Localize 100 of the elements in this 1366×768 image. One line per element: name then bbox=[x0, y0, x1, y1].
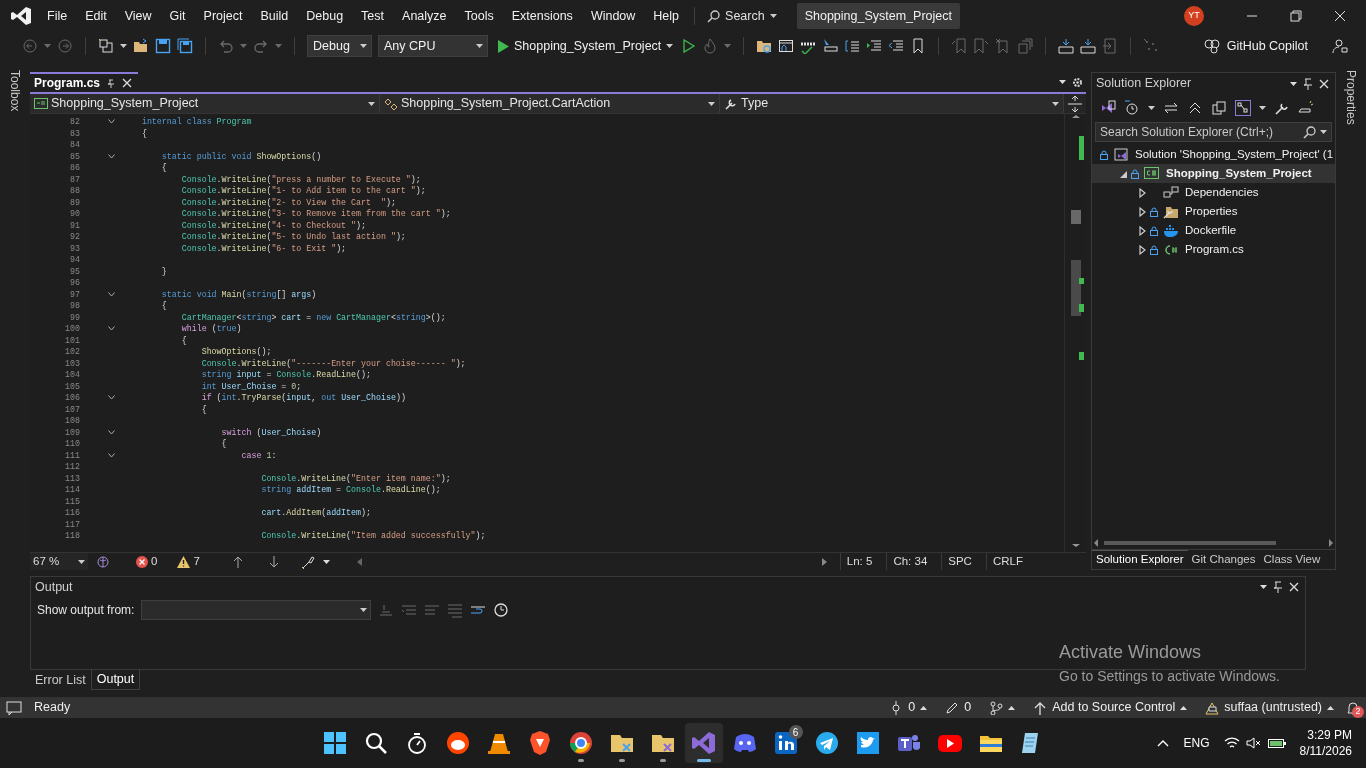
pin-icon[interactable] bbox=[1273, 581, 1283, 593]
menu-item[interactable]: Git bbox=[160, 6, 195, 26]
caret-icon[interactable] bbox=[322, 559, 330, 564]
select-cursor-icon[interactable] bbox=[822, 38, 839, 54]
clock-time[interactable]: 3:29 PM bbox=[1299, 727, 1352, 743]
menu-item[interactable]: Window bbox=[581, 6, 645, 26]
undo-icon[interactable] bbox=[218, 38, 234, 54]
close-icon[interactable] bbox=[122, 78, 133, 88]
redo-icon[interactable] bbox=[253, 38, 269, 54]
tree-item[interactable]: Solution 'Shopping_System_Project' (1 bbox=[1092, 145, 1335, 164]
collapse-icon[interactable] bbox=[107, 326, 115, 332]
clock-date[interactable]: 8/11/2026 bbox=[1299, 743, 1352, 759]
tree-item[interactable]: Properties bbox=[1092, 202, 1335, 221]
commits-indicator[interactable]: 0 bbox=[883, 698, 934, 717]
tray-download-icon[interactable] bbox=[1058, 38, 1075, 54]
close-icon[interactable] bbox=[1289, 582, 1299, 592]
document-tab[interactable]: Program.cs bbox=[30, 72, 139, 92]
collapse-icon[interactable] bbox=[107, 395, 115, 401]
save-icon[interactable] bbox=[155, 38, 171, 54]
search-button[interactable]: Search bbox=[701, 6, 783, 26]
zoom-dropdown[interactable]: 67 % bbox=[30, 552, 88, 571]
caret-icon[interactable] bbox=[1059, 80, 1066, 84]
forward-icon[interactable] bbox=[57, 38, 73, 54]
vs-solution-icon[interactable] bbox=[1100, 99, 1116, 116]
panel-tab[interactable]: Class View bbox=[1259, 550, 1325, 569]
taskbar-button[interactable] bbox=[684, 723, 723, 763]
start-button[interactable]: Shopping_System_Project bbox=[494, 36, 677, 56]
error-count[interactable]: 0 bbox=[136, 552, 158, 571]
close-icon[interactable] bbox=[1319, 78, 1329, 89]
menu-item[interactable]: View bbox=[115, 6, 161, 26]
restore-icon[interactable] bbox=[1290, 10, 1302, 22]
source-control-button[interactable]: Add to Source Control bbox=[1027, 698, 1194, 717]
menu-item[interactable]: Debug bbox=[297, 6, 353, 26]
menu-item[interactable]: File bbox=[38, 6, 77, 26]
menu-item[interactable]: Extensions bbox=[502, 6, 582, 26]
collapsed-arrow-icon[interactable] bbox=[1138, 187, 1147, 198]
close-icon[interactable] bbox=[1334, 10, 1346, 22]
bookmark-next-icon[interactable] bbox=[973, 38, 990, 54]
menu-item[interactable]: Build bbox=[251, 6, 298, 26]
language-indicator[interactable]: ENG bbox=[1183, 734, 1210, 752]
menu-item[interactable]: Edit bbox=[76, 6, 116, 26]
new-item-icon[interactable] bbox=[98, 38, 114, 54]
collapse-icon[interactable] bbox=[107, 119, 115, 125]
arrow-down-icon[interactable] bbox=[268, 555, 279, 568]
play-outline-icon[interactable] bbox=[682, 38, 697, 54]
navigation-dropdown[interactable]: Shopping_System_Project.CartAction bbox=[380, 94, 720, 113]
scatter-dots-icon[interactable] bbox=[1143, 38, 1160, 54]
caret-icon[interactable] bbox=[1290, 81, 1297, 86]
collapse-icon[interactable] bbox=[107, 291, 115, 297]
export-icon[interactable] bbox=[1102, 38, 1119, 54]
line-endings-indicator[interactable]: CRLF bbox=[985, 553, 1037, 570]
chevron-up-icon[interactable] bbox=[1157, 739, 1170, 747]
navigation-dropdown[interactable]: Type bbox=[720, 94, 1064, 113]
menu-item[interactable]: Tools bbox=[455, 6, 503, 26]
whitespace-indicator[interactable]: SPC bbox=[941, 553, 978, 570]
column-indicator[interactable]: Ch: 34 bbox=[886, 553, 934, 570]
open-folder-icon[interactable] bbox=[133, 38, 149, 54]
collapsed-arrow-icon[interactable] bbox=[1138, 244, 1147, 255]
collapse-icon[interactable] bbox=[107, 153, 115, 159]
caret-icon[interactable] bbox=[1260, 585, 1267, 589]
outdent-icon[interactable] bbox=[888, 38, 905, 54]
wifi-icon[interactable] bbox=[1223, 736, 1240, 750]
changes-indicator[interactable]: 0 bbox=[939, 698, 978, 717]
tree-item[interactable]: Dockerfile bbox=[1092, 221, 1335, 240]
panel-tab[interactable]: Error List bbox=[30, 670, 91, 690]
indent-icon[interactable] bbox=[866, 38, 883, 54]
bookmark-prev-icon[interactable] bbox=[951, 38, 968, 54]
platform-select[interactable]: Any CPU bbox=[378, 35, 488, 57]
properties-tab[interactable]: Properties bbox=[1342, 70, 1360, 125]
repository-button[interactable]: suffaa (untrusted) bbox=[1199, 698, 1340, 717]
tree-item[interactable]: Dependencies bbox=[1092, 183, 1335, 202]
collapse-icon[interactable] bbox=[107, 429, 115, 435]
folder-search-icon[interactable] bbox=[756, 38, 773, 54]
navigation-dropdown[interactable]: Shopping_System_Project bbox=[30, 94, 380, 113]
back-icon[interactable] bbox=[22, 38, 38, 54]
tray-upload-icon[interactable] bbox=[1080, 38, 1097, 54]
bracket-list-icon[interactable] bbox=[844, 38, 861, 54]
configuration-select[interactable]: Debug bbox=[307, 35, 372, 57]
clock-icon[interactable] bbox=[493, 602, 510, 618]
pin-icon[interactable] bbox=[106, 78, 117, 88]
brush-icon[interactable] bbox=[300, 554, 315, 569]
notifications-button[interactable]: 2 bbox=[1346, 700, 1360, 715]
feedback-icon[interactable] bbox=[1332, 38, 1348, 54]
settings-icon[interactable] bbox=[1072, 76, 1083, 88]
line-number-indicator[interactable]: Ln: 5 bbox=[839, 553, 879, 570]
panel-tab[interactable]: Output bbox=[90, 670, 141, 690]
panel-tab[interactable]: Git Changes bbox=[1187, 550, 1260, 569]
toolbox-tab[interactable]: Toolbox bbox=[6, 70, 24, 112]
copy-windows-icon[interactable] bbox=[1211, 99, 1227, 116]
search-field[interactable]: Search Solution Explorer (Ctrl+;) bbox=[1095, 122, 1332, 142]
tree-view-icon[interactable] bbox=[1235, 99, 1251, 116]
menu-item[interactable]: Help bbox=[644, 6, 689, 26]
collapse-icon[interactable] bbox=[107, 452, 115, 458]
history-icon[interactable] bbox=[1124, 99, 1140, 116]
save-all-icon[interactable] bbox=[177, 38, 193, 54]
collapsed-arrow-icon[interactable] bbox=[1138, 225, 1147, 236]
tree-item[interactable]: Shopping_System_Project bbox=[1092, 164, 1335, 183]
menu-item[interactable]: Project bbox=[194, 6, 252, 26]
arrow-up-icon[interactable] bbox=[232, 555, 243, 568]
menu-item[interactable]: Test bbox=[352, 6, 394, 26]
